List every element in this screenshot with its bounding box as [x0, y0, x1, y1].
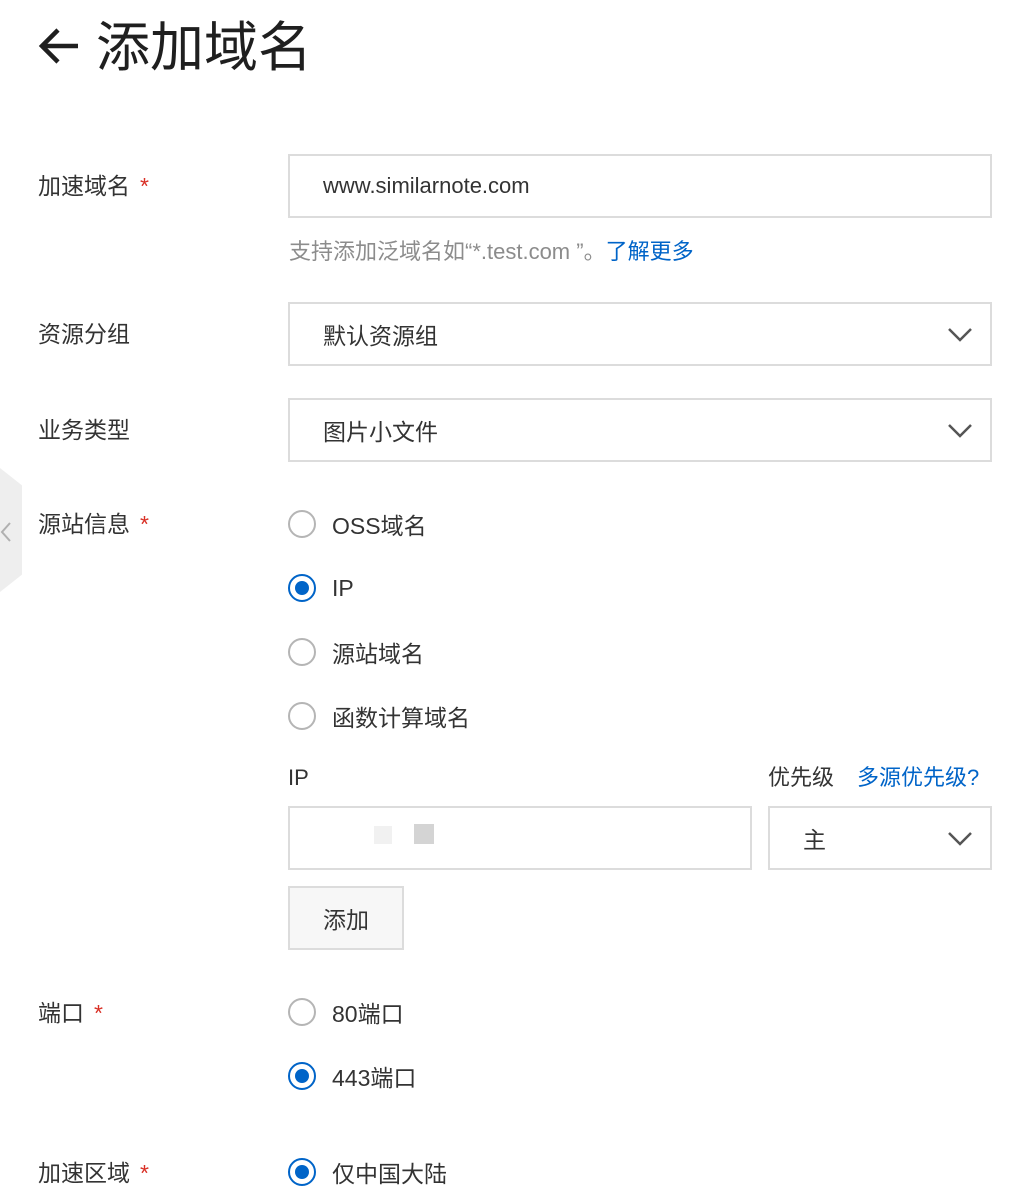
ip-field-label: IP: [288, 765, 309, 790]
multi-origin-priority-link[interactable]: 多源优先级?: [857, 762, 979, 794]
radio-button[interactable]: [288, 998, 316, 1026]
learn-more-link[interactable]: 了解更多: [606, 239, 694, 264]
domain-input[interactable]: www.similarnote.com: [288, 154, 992, 218]
radio-button-checked[interactable]: [288, 1062, 316, 1090]
priority-selected: 主: [803, 827, 826, 853]
resource-group-label: 资源分组: [38, 321, 130, 347]
radio-button[interactable]: [288, 702, 316, 730]
chevron-left-icon: [0, 522, 11, 542]
port-option-80[interactable]: 80端口: [288, 996, 404, 1028]
left-arrow-icon[interactable]: [36, 26, 80, 66]
required-mark: *: [140, 173, 149, 199]
origin-option-origin-domain[interactable]: 源站域名: [288, 636, 424, 668]
region-option-mainland[interactable]: 仅中国大陆: [288, 1156, 447, 1188]
radio-button[interactable]: [288, 510, 316, 538]
origin-option-function-compute[interactable]: 函数计算域名: [288, 700, 470, 732]
chevron-down-icon: [948, 424, 972, 438]
origin-option-label: 函数计算域名: [332, 705, 470, 731]
domain-label: 加速域名 *: [38, 173, 149, 199]
resource-group-selected: 默认资源组: [323, 323, 438, 349]
business-type-selected: 图片小文件: [323, 419, 438, 445]
redacted-mark: [374, 826, 392, 844]
radio-button-checked[interactable]: [288, 574, 316, 602]
business-type-label: 业务类型: [38, 417, 130, 443]
origin-label: 源站信息 *: [38, 511, 149, 537]
port-label: 端口 *: [38, 1000, 103, 1026]
port-option-443[interactable]: 443端口: [288, 1060, 416, 1092]
priority-label: 优先级: [768, 765, 835, 790]
priority-select[interactable]: 主: [768, 806, 992, 870]
origin-option-ip[interactable]: IP: [288, 572, 354, 604]
resource-group-select[interactable]: 默认资源组: [288, 302, 992, 366]
origin-option-label: 源站域名: [332, 641, 424, 667]
port-option-label: 443端口: [332, 1065, 417, 1091]
region-option-label: 仅中国大陆: [332, 1161, 447, 1187]
domain-input-value: www.similarnote.com: [323, 173, 530, 198]
required-mark: *: [140, 511, 149, 537]
radio-button[interactable]: [288, 638, 316, 666]
page-title: 添加域名: [96, 18, 312, 78]
required-mark: *: [140, 1160, 149, 1186]
ip-input[interactable]: [288, 806, 752, 870]
redacted-mark: [414, 824, 434, 844]
origin-option-label: OSS域名: [332, 513, 427, 539]
origin-option-oss[interactable]: OSS域名: [288, 508, 427, 540]
origin-option-label: IP: [332, 574, 354, 601]
business-type-select[interactable]: 图片小文件: [288, 398, 992, 462]
required-mark: *: [94, 1000, 103, 1026]
add-origin-button[interactable]: 添加: [288, 886, 404, 950]
region-label: 加速区域 *: [38, 1160, 149, 1186]
chevron-down-icon: [948, 328, 972, 342]
radio-button-checked[interactable]: [288, 1158, 316, 1186]
port-option-label: 80端口: [332, 1001, 404, 1027]
chevron-down-icon: [948, 832, 972, 846]
domain-hint: 支持添加泛域名如“*.test.com ”。了解更多: [289, 239, 694, 264]
